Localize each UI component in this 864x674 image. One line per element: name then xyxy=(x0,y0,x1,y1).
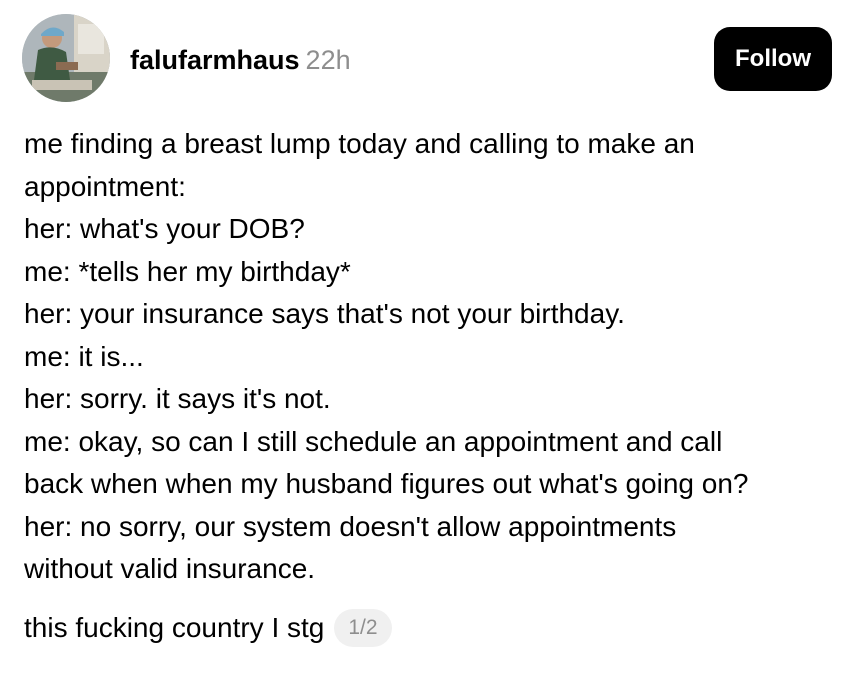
post-text: me finding a breast lump today and calli… xyxy=(24,123,824,591)
follow-button[interactable]: Follow xyxy=(714,27,832,91)
post-meta: falufarmhaus 22h xyxy=(130,44,351,76)
post-text-line: her: no sorry, our system doesn't allow … xyxy=(24,510,677,542)
post-text-line: her: your insurance says that's not your… xyxy=(24,298,625,329)
post-header: falufarmhaus 22h Follow xyxy=(22,14,842,106)
post-text-line: without valid insurance. xyxy=(24,553,316,584)
post-text-line: her: what's your DOB? xyxy=(24,213,305,244)
post-text-line: appointment: xyxy=(24,170,186,202)
post-text-line: me: it is... xyxy=(24,340,144,372)
post-text-line: back when when my husband figures out wh… xyxy=(24,468,749,499)
post-text-line: me: *tells her my birthday* xyxy=(24,255,351,287)
post-text-line: her: sorry. it says it's not. xyxy=(24,383,331,414)
post-closing-line: this fucking country I stg xyxy=(24,612,325,643)
post-text-line: me: okay, so can I still schedule an app… xyxy=(24,425,723,457)
post-timestamp: 22h xyxy=(305,45,351,75)
avatar[interactable] xyxy=(22,14,110,102)
post-text-line: me finding a breast lump today and calli… xyxy=(24,128,695,159)
thread-page-indicator[interactable]: 1/2 xyxy=(334,609,392,647)
avatar-photo xyxy=(22,14,110,102)
post-footer: this fucking country I stg 1/2 xyxy=(24,607,392,649)
username[interactable]: falufarmhaus xyxy=(130,45,300,75)
